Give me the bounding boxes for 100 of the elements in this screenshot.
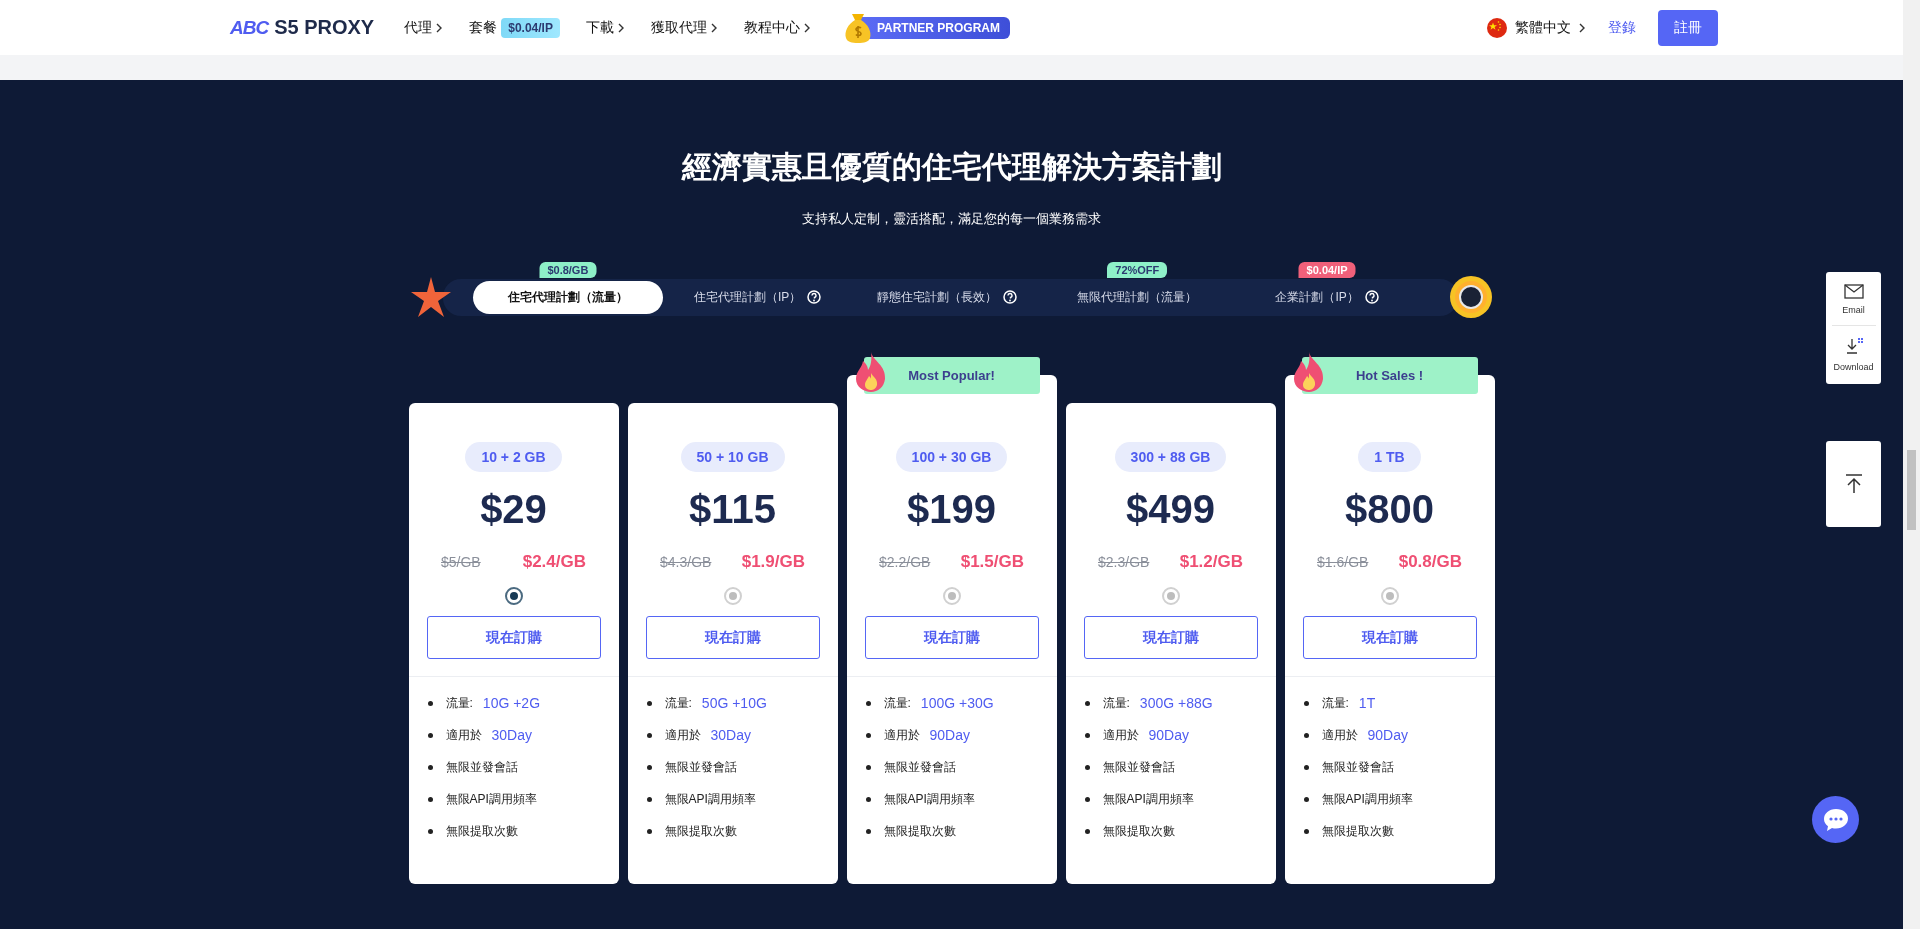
tab-badge: $0.04/IP	[1298, 261, 1356, 278]
nav-link[interactable]: 下載	[585, 18, 625, 37]
bullet-icon	[865, 700, 871, 706]
bullet-icon	[1303, 796, 1309, 802]
logo-text[interactable]: S5 PROXY	[274, 16, 375, 39]
section-subtitle: 支持私人定制，靈活搭配，滿足您的每一個業務需求	[802, 210, 1101, 228]
back-to-top-button[interactable]	[1826, 441, 1881, 527]
unit-price: $0.8/GB	[1398, 552, 1462, 572]
feature-label: 適用於	[1102, 726, 1139, 744]
bullet-icon	[646, 796, 652, 802]
order-button[interactable]: 現在訂購	[426, 616, 601, 659]
order-button[interactable]: 現在訂購	[1083, 616, 1258, 659]
feature-label: 無限API調用頻率	[883, 790, 975, 808]
feature-label: 無限API調用頻率	[1102, 790, 1194, 808]
feature-value: 1T	[1358, 695, 1376, 711]
plan-size: 50 + 10 GB	[680, 442, 785, 472]
plan-size: 300 + 88 GB	[1114, 442, 1227, 472]
bullet-icon	[1303, 732, 1309, 738]
unit-price: $1.5/GB	[960, 552, 1024, 572]
feature-value: 300G +88G	[1139, 695, 1213, 711]
bullet-icon	[1303, 828, 1309, 834]
bullet-icon	[865, 796, 871, 802]
order-button[interactable]: 現在訂購	[864, 616, 1039, 659]
plan-size: 10 + 2 GB	[465, 442, 562, 472]
feature-label: 無限並發會話	[883, 758, 956, 776]
unit-price: $1.2/GB	[1179, 552, 1243, 572]
feature-label: 無限提取次數	[1102, 822, 1175, 840]
old-unit-price: $4.3/GB	[660, 554, 712, 570]
feature-label: 適用於	[664, 726, 701, 744]
bullet-icon	[865, 828, 871, 834]
feature-label: 無限提取次數	[1321, 822, 1394, 840]
feature-label: 無限並發會話	[445, 758, 518, 776]
feature-label: 適用於	[445, 726, 482, 744]
old-unit-price: $2.3/GB	[1098, 554, 1150, 570]
nav-link[interactable]: 代理	[404, 18, 444, 37]
feature-label: 無限提取次數	[664, 822, 737, 840]
plan-price: $800	[1345, 487, 1434, 532]
feature-value: 30Day	[491, 727, 532, 743]
plan-price: $29	[480, 487, 547, 532]
envelope-icon	[1843, 284, 1864, 299]
feature-label: 無限API調用頻率	[445, 790, 537, 808]
bullet-icon	[427, 796, 433, 802]
plan-size: 1 TB	[1358, 442, 1421, 472]
chat-button[interactable]	[1812, 796, 1859, 843]
plan-tab[interactable]: 靜態住宅計劃（長效）	[852, 280, 1043, 314]
bullet-icon	[1303, 700, 1309, 706]
bullet-icon	[1303, 764, 1309, 770]
bullet-icon	[427, 732, 433, 738]
bullet-icon	[646, 732, 652, 738]
bullet-icon	[646, 700, 652, 706]
logo-mark[interactable]: ABC	[230, 16, 269, 39]
old-unit-price: $1.6/GB	[1317, 554, 1369, 570]
register-button[interactable]: 註冊	[1658, 9, 1718, 46]
bullet-icon	[1084, 764, 1090, 770]
feature-label: 無限API調用頻率	[664, 790, 756, 808]
bullet-icon	[865, 764, 871, 770]
feature-label: 流量:	[1102, 694, 1130, 712]
bullet-icon	[865, 732, 871, 738]
plan-radio[interactable]	[504, 587, 523, 605]
feature-label: 無限並發會話	[1102, 758, 1175, 776]
flag-icon	[1487, 17, 1507, 38]
plan-price: $499	[1126, 487, 1215, 532]
chevron-icon	[1579, 22, 1586, 33]
bullet-icon	[1084, 700, 1090, 706]
feature-label: 流量:	[1321, 694, 1349, 712]
plan-tab[interactable]: 住宅代理計劃（IP）	[662, 280, 853, 314]
nav-link[interactable]: 套餐 $0.04/IP	[469, 17, 560, 38]
language-selector[interactable]: 繁體中文	[1487, 17, 1586, 38]
order-button[interactable]: 現在訂購	[1302, 616, 1477, 659]
plan-price: $115	[689, 487, 776, 532]
scrollbar[interactable]	[1903, 0, 1920, 929]
price-badge: $0.04/IP	[501, 17, 560, 38]
login-link[interactable]: 登錄	[1608, 18, 1636, 37]
feature-label: 無限並發會話	[1321, 758, 1394, 776]
feature-label: 無限API調用頻率	[1321, 790, 1413, 808]
bullet-icon	[646, 764, 652, 770]
bullet-icon	[1084, 732, 1090, 738]
bullet-icon	[427, 700, 433, 706]
bullet-icon	[1084, 828, 1090, 834]
download-link[interactable]: Download	[1831, 325, 1876, 376]
bullet-icon	[646, 828, 652, 834]
nav-link[interactable]: 獲取代理	[650, 18, 718, 37]
nav-link[interactable]: 教程中心	[743, 18, 811, 37]
old-unit-price: $2.2/GB	[879, 554, 931, 570]
feature-label: 無限提取次數	[445, 822, 518, 840]
email-link[interactable]: Email	[1831, 280, 1876, 319]
feature-label: 無限並發會話	[664, 758, 737, 776]
order-button[interactable]: 現在訂購	[645, 616, 820, 659]
plan-price: $199	[907, 487, 996, 532]
unit-price: $2.4/GB	[522, 552, 586, 572]
feature-value: 50G +10G	[701, 695, 767, 711]
feature-label: 流量:	[883, 694, 911, 712]
arrow-up-icon	[1844, 474, 1863, 494]
feature-value: 90Day	[929, 727, 970, 743]
lifebuoy-icon	[1448, 274, 1494, 320]
feature-value: 30Day	[710, 727, 751, 743]
chat-bubble-icon	[1822, 807, 1849, 832]
feature-value: 90Day	[1367, 727, 1408, 743]
feature-label: 無限提取次數	[883, 822, 956, 840]
feature-value: 90Day	[1148, 727, 1189, 743]
